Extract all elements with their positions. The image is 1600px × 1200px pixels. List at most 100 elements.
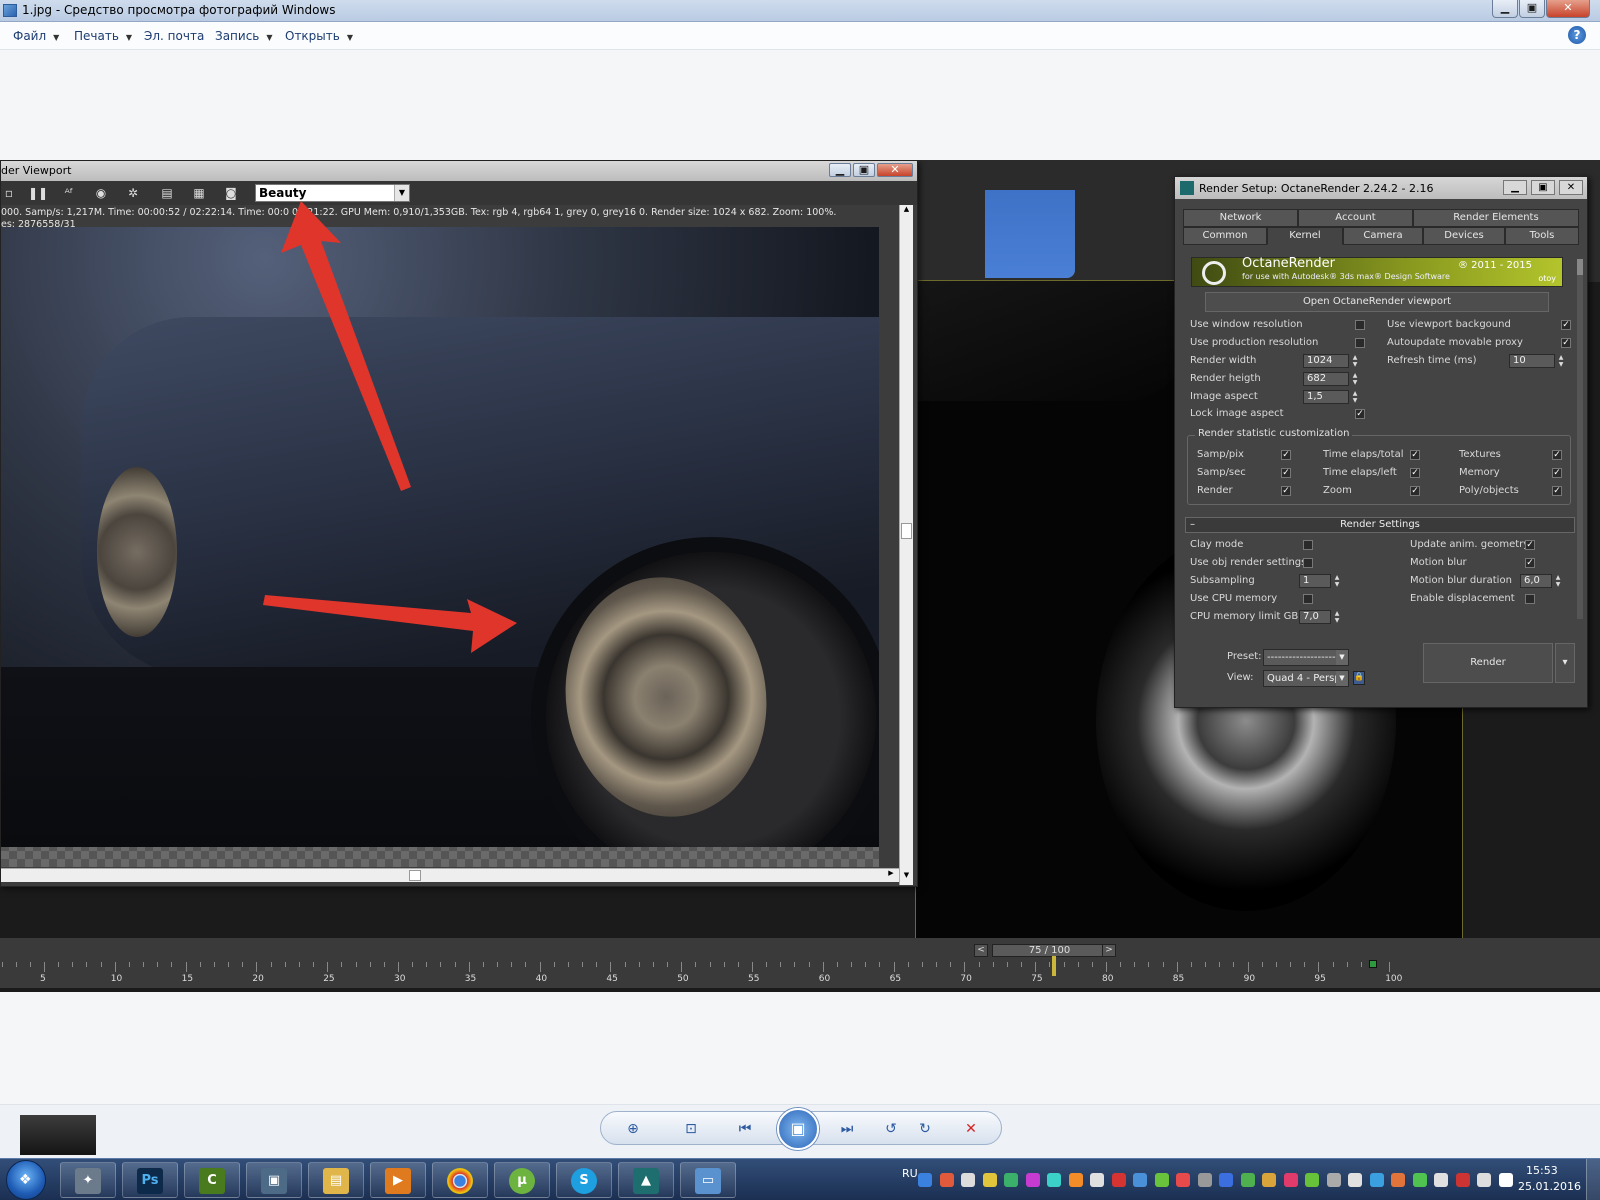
- close-button[interactable]: ✕: [1546, 0, 1590, 18]
- setup-close-button[interactable]: ✕: [1559, 180, 1583, 195]
- thumbnail[interactable]: [20, 1115, 96, 1155]
- show-desktop-button[interactable]: [1586, 1159, 1600, 1200]
- tray-icon[interactable]: [1133, 1173, 1147, 1187]
- motion-blur-duration-spinner[interactable]: ▲ ▼: [1554, 574, 1562, 588]
- stat-time-elaps-total-checkbox[interactable]: ✓: [1410, 450, 1420, 460]
- render-height-input[interactable]: 682: [1303, 372, 1349, 386]
- taskbar-app-explorer[interactable]: ▤: [308, 1162, 364, 1198]
- image-aspect-spinner[interactable]: ▲ ▼: [1351, 390, 1359, 404]
- tray-icon[interactable]: [1047, 1173, 1061, 1187]
- scroll-right-icon[interactable]: ▶: [885, 869, 897, 881]
- motion-blur-checkbox[interactable]: ✓: [1525, 558, 1535, 568]
- open-octane-viewport-button[interactable]: Open OctaneRender viewport: [1205, 292, 1549, 312]
- stat-poly-objects-checkbox[interactable]: ✓: [1552, 486, 1562, 496]
- time-slider[interactable]: [1052, 956, 1056, 976]
- lock-aspect-checkbox[interactable]: ✓: [1355, 409, 1365, 419]
- horizontal-scrollbar[interactable]: ▶: [1, 868, 899, 882]
- maximize-button[interactable]: ▣: [1519, 0, 1545, 18]
- render-options-dropdown[interactable]: ▾: [1555, 643, 1575, 683]
- subsampling-spinner[interactable]: ▲ ▼: [1333, 574, 1341, 588]
- tray-icon[interactable]: [1068, 1173, 1083, 1187]
- stat-samp-pix-checkbox[interactable]: ✓: [1281, 450, 1291, 460]
- tab-common[interactable]: Common: [1183, 227, 1267, 245]
- stat-zoom-checkbox[interactable]: ✓: [1410, 486, 1420, 496]
- tray-icon[interactable]: [1434, 1173, 1448, 1187]
- render-width-spinner[interactable]: ▲ ▼: [1351, 354, 1359, 368]
- image-aspect-input[interactable]: 1,5: [1303, 390, 1349, 404]
- clock-time[interactable]: 15:53: [1526, 1164, 1558, 1177]
- tray-icon[interactable]: [1391, 1173, 1405, 1187]
- previous-icon[interactable]: ⏮: [735, 1120, 755, 1138]
- taskbar-app-green[interactable]: C: [184, 1162, 240, 1198]
- taskbar-app-skype[interactable]: S: [556, 1162, 612, 1198]
- tray-icon[interactable]: [1412, 1173, 1427, 1187]
- cpu-memory-limit-spinner[interactable]: ▲ ▼: [1333, 610, 1341, 624]
- menu-file[interactable]: Файл ▼: [13, 29, 59, 43]
- tray-icon[interactable]: [1283, 1173, 1298, 1187]
- next-icon[interactable]: ⏭: [837, 1120, 857, 1138]
- tray-icon[interactable]: [1305, 1173, 1319, 1187]
- taskbar-app-photo-viewer[interactable]: ▭: [680, 1162, 736, 1198]
- cpu-memory-limit-input[interactable]: 7,0: [1299, 610, 1331, 624]
- use-window-resolution-checkbox[interactable]: [1355, 320, 1365, 330]
- timeline-prev-button[interactable]: <: [974, 944, 988, 957]
- tray-icon[interactable]: [1025, 1173, 1040, 1187]
- taskbar-app-3dsmax[interactable]: ▲: [618, 1162, 674, 1198]
- vertical-scrollbar[interactable]: ▲ ▼: [899, 205, 913, 885]
- delete-icon[interactable]: ✕: [961, 1120, 981, 1138]
- tray-icon[interactable]: [1111, 1173, 1126, 1187]
- update-anim-geometry-checkbox[interactable]: ✓: [1525, 540, 1535, 550]
- taskbar-app-utorrent[interactable]: µ: [494, 1162, 550, 1198]
- tab-devices[interactable]: Devices: [1423, 227, 1505, 245]
- tab-network[interactable]: Network: [1183, 209, 1298, 227]
- menu-burn[interactable]: Запись ▼: [215, 29, 273, 43]
- clock-date[interactable]: 25.01.2016: [1518, 1180, 1581, 1193]
- help-icon[interactable]: ?: [1568, 26, 1586, 44]
- stat-memory-checkbox[interactable]: ✓: [1552, 468, 1562, 478]
- tray-icon[interactable]: [939, 1173, 954, 1187]
- timeline-ruler[interactable]: 5 10 15 20 25 30 35 40 45 50 55 60 65 70 75 80 85 90 95 100: [0, 962, 1600, 988]
- rotate-cw-icon[interactable]: ↻: [915, 1120, 935, 1138]
- use-viewport-background-checkbox[interactable]: ✓: [1561, 320, 1571, 330]
- motion-blur-duration-input[interactable]: 6,0: [1520, 574, 1552, 588]
- lock-icon[interactable]: 🔒: [1353, 671, 1365, 685]
- menu-open[interactable]: Открыть ▼: [285, 29, 353, 43]
- slideshow-button[interactable]: ▣: [777, 1108, 819, 1150]
- render-button[interactable]: Render: [1423, 643, 1553, 683]
- stat-samp-sec-checkbox[interactable]: ✓: [1281, 468, 1291, 478]
- tray-icon[interactable]: [1240, 1173, 1255, 1187]
- rotate-ccw-icon[interactable]: ↺: [881, 1120, 901, 1138]
- tab-render-elements[interactable]: Render Elements: [1413, 209, 1579, 227]
- tray-icon[interactable]: [1348, 1173, 1362, 1187]
- tray-icon[interactable]: [1176, 1173, 1190, 1187]
- setup-scroll-thumb[interactable]: [1577, 259, 1583, 275]
- render-height-spinner[interactable]: ▲ ▼: [1351, 372, 1359, 386]
- render-setup-dialog[interactable]: Render Setup: OctaneRender 2.24.2 - 2.16…: [1174, 176, 1588, 708]
- tray-icon[interactable]: [1262, 1173, 1276, 1187]
- tab-tools[interactable]: Tools: [1505, 227, 1579, 245]
- refresh-time-spinner[interactable]: ▲ ▼: [1557, 354, 1565, 368]
- tray-icon[interactable]: [918, 1173, 932, 1187]
- stat-time-elaps-left-checkbox[interactable]: ✓: [1410, 468, 1420, 478]
- tray-icon[interactable]: [961, 1173, 975, 1187]
- tray-icon[interactable]: [1455, 1173, 1470, 1187]
- frame-counter[interactable]: 75 / 100: [992, 944, 1107, 957]
- preset-dropdown[interactable]: -------------------- ▼: [1263, 649, 1349, 666]
- stat-render-checkbox[interactable]: ✓: [1281, 486, 1291, 496]
- subsampling-input[interactable]: 1: [1299, 574, 1331, 588]
- start-button[interactable]: ❖: [6, 1160, 46, 1200]
- tray-icon[interactable]: [1090, 1173, 1104, 1187]
- tray-icon[interactable]: [982, 1173, 997, 1187]
- fit-window-icon[interactable]: ⊡: [681, 1120, 701, 1138]
- tray-icon[interactable]: [1498, 1173, 1513, 1187]
- use-cpu-memory-checkbox[interactable]: [1303, 594, 1313, 604]
- autoupdate-proxy-checkbox[interactable]: ✓: [1561, 338, 1571, 348]
- setup-maximize-button[interactable]: ▣: [1531, 180, 1555, 195]
- use-obj-render-settings-checkbox[interactable]: [1303, 558, 1313, 568]
- taskbar-app-tool[interactable]: ✦: [60, 1162, 116, 1198]
- taskbar-app-media[interactable]: ▶: [370, 1162, 426, 1198]
- taskbar-app-chrome[interactable]: [432, 1162, 488, 1198]
- hscroll-thumb[interactable]: [409, 870, 421, 881]
- stat-textures-checkbox[interactable]: ✓: [1552, 450, 1562, 460]
- zoom-icon[interactable]: ⊕: [623, 1120, 643, 1138]
